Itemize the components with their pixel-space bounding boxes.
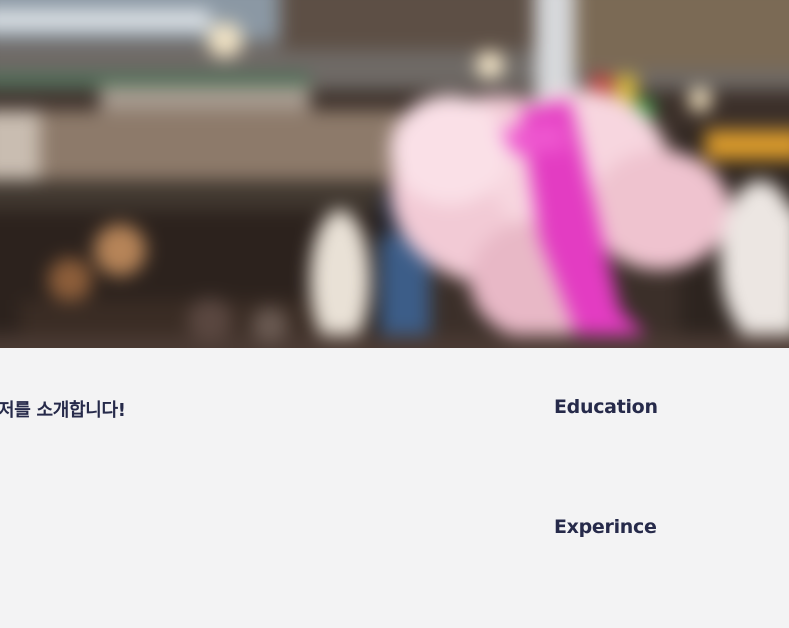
about-section: 저를 소개합니다! Education Experince bbox=[0, 348, 789, 628]
intro-title: 저를 소개합니다! bbox=[0, 400, 126, 421]
hero-photo-illustration bbox=[0, 0, 789, 348]
experience-heading: Experince bbox=[554, 516, 657, 538]
hero-image bbox=[0, 0, 789, 348]
education-heading: Education bbox=[554, 396, 658, 418]
